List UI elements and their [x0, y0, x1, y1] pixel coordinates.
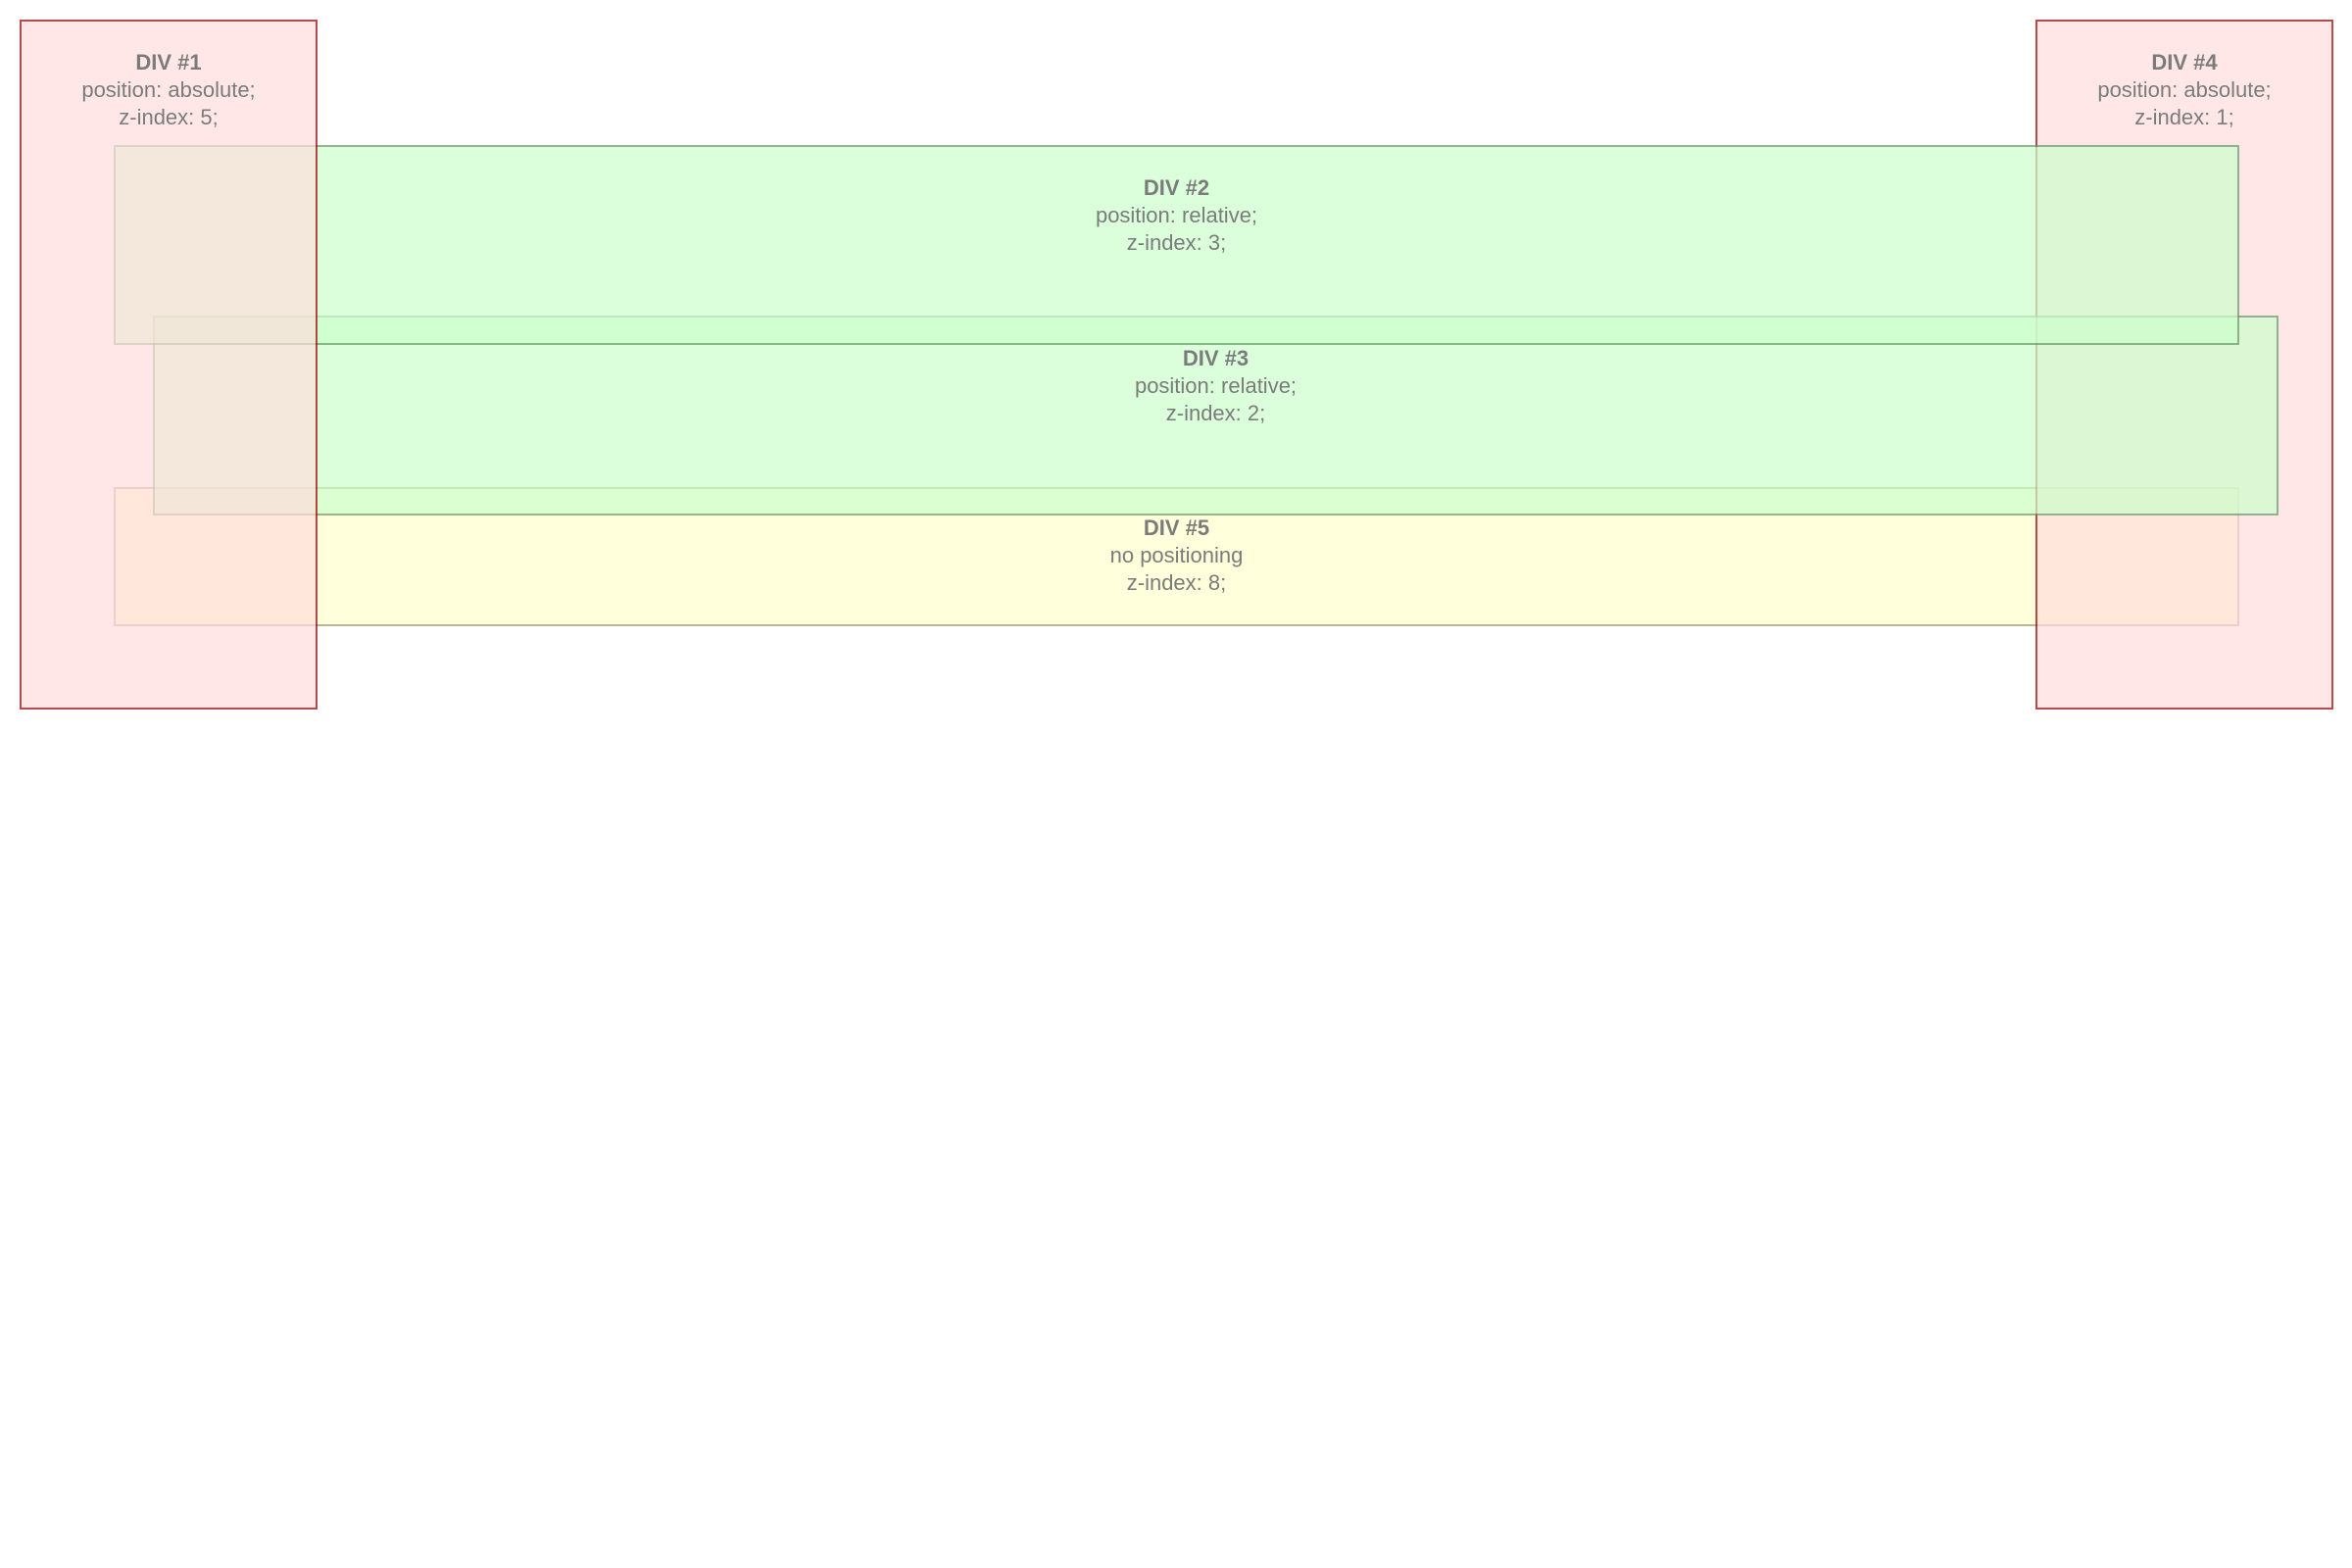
div-1-z-index: z-index: 5; — [119, 105, 219, 129]
div-3-z-index: z-index: 2; — [1165, 401, 1266, 425]
div-3-positioning: position: relative; — [1134, 373, 1298, 398]
div-5-title: DIV #5 — [1143, 515, 1210, 540]
div-4-positioning: position: absolute; — [2097, 77, 2272, 102]
div-2-positioning: position: relative; — [1095, 203, 1258, 227]
div-3-title: DIV #3 — [1182, 346, 1250, 370]
div-2-relative-box: DIV #2 position: relative; z-index: 3; — [114, 145, 2239, 345]
div-4-title: DIV #4 — [2151, 50, 2218, 74]
div-1-absolute-box: DIV #1 position: absolute; z-index: 5; — [20, 20, 318, 710]
div-5-z-index: z-index: 8; — [1126, 570, 1227, 595]
div-3-relative-box: DIV #3 position: relative; z-index: 2; — [153, 316, 2278, 515]
div-4-z-index: z-index: 1; — [2134, 105, 2234, 129]
div-1-title: DIV #1 — [135, 50, 202, 74]
div-2-z-index: z-index: 3; — [1126, 230, 1227, 255]
div-5-positioning: no positioning — [1109, 543, 1244, 567]
div-2-title: DIV #2 — [1143, 175, 1210, 200]
div-1-positioning: position: absolute; — [81, 77, 256, 102]
